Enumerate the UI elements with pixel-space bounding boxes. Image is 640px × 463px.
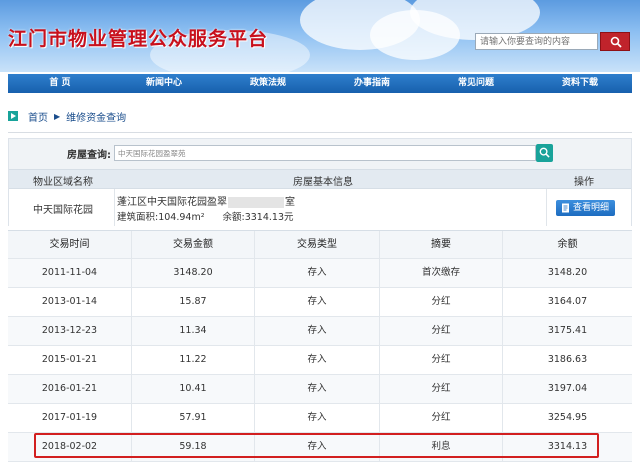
cell-amount: 59.18 [132,433,255,462]
view-details-button[interactable]: 查看明细 [556,200,615,216]
nav-item-faq[interactable]: 常见问题 [424,74,528,93]
info-body-row: 中天国际花园 蓬江区中天国际花园盈翠 室 建筑面积:104.94m² 余额:3314… [9,189,631,226]
cell-date: 2013-01-14 [8,288,132,317]
house-query-input[interactable] [114,145,536,161]
table-row: 2016-01-21 10.41 存入 分红 3197.04 [8,375,632,404]
table-row: 2013-12-23 11.34 存入 分红 3175.41 [8,317,632,346]
breadcrumb-current: 维修资金查询 [66,112,127,124]
breadcrumb-home[interactable]: 首页 [28,109,48,124]
query-panel: 房屋查询: 物业区域名称 房屋基本信息 操作 中天国际花园 蓬江区中天国际花园盈… [8,138,632,226]
cell-balance: 3175.41 [547,325,588,336]
breadcrumb: 首页 ▶ 维修资金查询 [8,105,632,127]
column-header: 余额 [557,239,578,250]
nav-item-downloads[interactable]: 资料下载 [528,74,632,93]
cell-date: 2015-01-21 [8,346,132,375]
cell-amount: 57.91 [132,404,255,433]
table-row: 2018-02-02 59.18 存入 利息 3314.13 [8,433,632,462]
cell-amount: 3148.20 [132,259,255,288]
address-suffix: 室 [285,197,295,208]
main-nav: 首 页 新闻中心 政策法规 办事指南 常见问题 资料下载 [8,74,632,93]
cell-balance: 3314.13 [547,441,588,452]
cell-date: 2018-02-02 [8,433,132,462]
header-basic-info: 房屋基本信息 [293,177,353,188]
nav-item-guide[interactable]: 办事指南 [320,74,424,93]
cell-summary: 分红 [380,404,503,433]
site-title: 江门市物业管理公众服务平台 [8,28,269,50]
table-row: 2015-01-21 11.22 存入 分红 3186.63 [8,346,632,375]
search-icon [610,36,622,48]
area-name: 中天国际花园 [33,205,93,216]
table-header-row: 交易时间 交易金额 交易类型 摘要 余额 [8,230,632,260]
cell-type: 存入 [255,404,380,433]
cell-summary: 分红 [380,288,503,317]
search-button[interactable] [600,32,630,51]
cell-amount: 10.41 [132,375,255,404]
cell-summary: 分红 [380,346,503,375]
nav-item-home[interactable]: 首 页 [8,74,112,93]
column-header: 交易类型 [255,231,380,260]
cell-summary: 分红 [380,317,503,346]
play-icon [8,111,18,121]
cell-amount: 11.22 [132,346,255,375]
site-header: 江门市物业管理公众服务平台 [0,0,640,72]
divider [546,189,547,226]
cell-summary: 利息 [380,433,503,462]
cell-type: 存入 [255,346,380,375]
search-icon [539,147,550,158]
table-row: 2011-11-04 3148.20 存入 首次缴存 3148.20 [8,259,632,288]
cell-balance: 3197.04 [547,383,588,394]
column-header: 摘要 [380,231,503,260]
query-label: 房屋查询: [67,150,111,161]
query-search-button[interactable] [536,144,553,162]
header-action: 操作 [574,177,594,188]
info-header-row: 物业区域名称 房屋基本信息 操作 [9,169,631,189]
caret-right-icon: ▶ [54,111,61,121]
cell-balance: 3164.07 [547,296,588,307]
cell-type: 存入 [255,375,380,404]
cell-type: 存入 [255,288,380,317]
house-address: 蓬江区中天国际花园盈翠 室 [117,193,295,208]
cell-date: 2013-12-23 [8,317,132,346]
search-input[interactable] [475,33,598,50]
cell-date: 2016-01-21 [8,375,132,404]
divider [114,189,115,226]
cell-summary: 首次缴存 [380,259,503,288]
cell-amount: 15.87 [132,288,255,317]
cell-balance: 3254.95 [547,412,588,423]
cell-date: 2011-11-04 [8,259,132,288]
column-header: 交易金额 [132,231,255,260]
building-area: 建筑面积:104.94m² [117,212,205,223]
header-area-name: 物业区域名称 [33,177,93,188]
cell-type: 存入 [255,317,380,346]
table-row: 2013-01-14 15.87 存入 分红 3164.07 [8,288,632,317]
document-icon [562,203,569,213]
cell-amount: 11.34 [132,317,255,346]
cell-type: 存入 [255,259,380,288]
column-header: 交易时间 [8,231,132,260]
cell-type: 存入 [255,433,380,462]
nav-item-news[interactable]: 新闻中心 [112,74,216,93]
cell-summary: 分红 [380,375,503,404]
divider [8,132,632,133]
nav-item-policy[interactable]: 政策法规 [216,74,320,93]
table-row: 2017-01-19 57.91 存入 分红 3254.95 [8,404,632,433]
cell-balance: 3186.63 [547,354,588,365]
cell-date: 2017-01-19 [8,404,132,433]
balance: 余额:3314.13元 [222,212,294,223]
house-details: 建筑面积:104.94m² 余额:3314.13元 [117,209,312,223]
redaction-mask [228,196,284,208]
view-details-label: 查看明细 [573,203,610,213]
cell-balance: 3148.20 [547,267,588,278]
address-prefix: 蓬江区中天国际花园盈翠 [117,197,227,208]
